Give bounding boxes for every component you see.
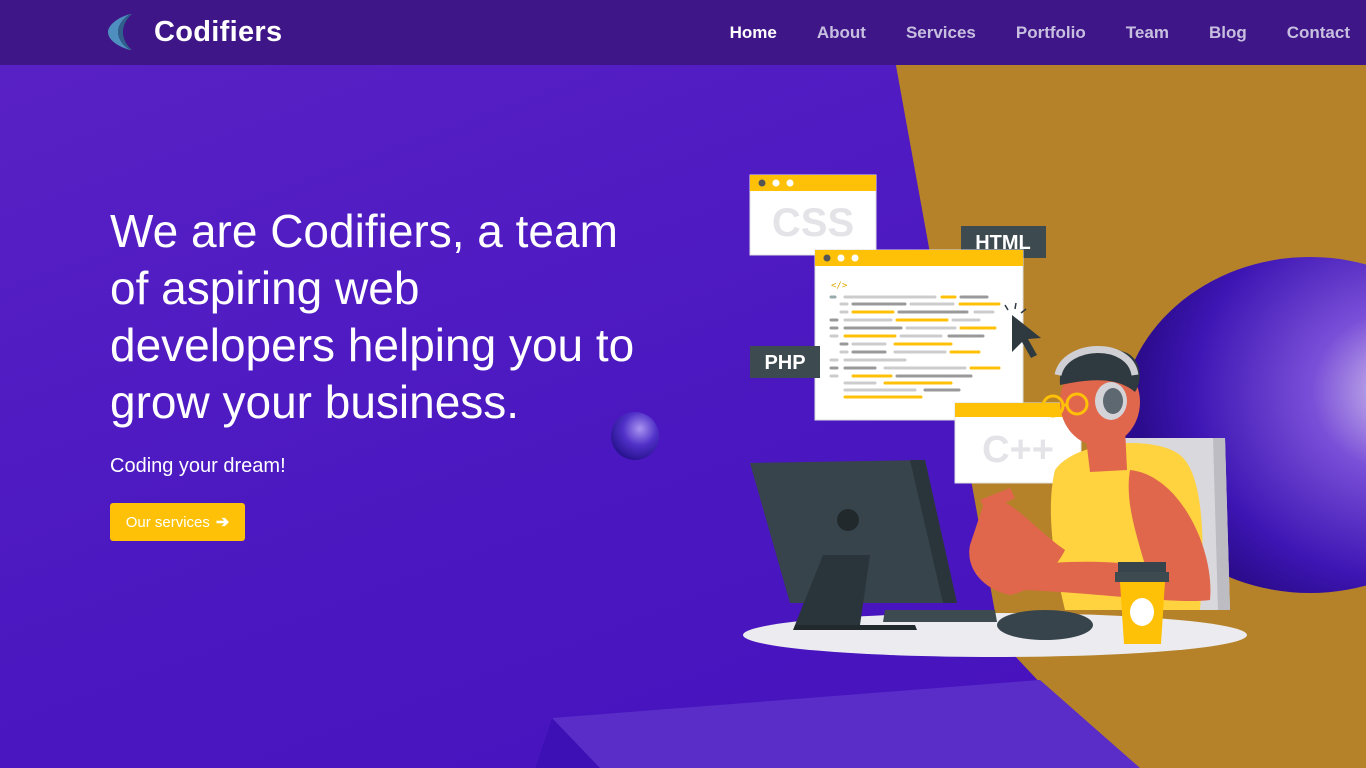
arrow-right-icon: ➔ xyxy=(215,514,230,531)
css-window: CSS xyxy=(749,174,877,256)
crescent-logo-icon xyxy=(108,14,132,50)
our-services-button[interactable]: Our services ➔ xyxy=(110,503,245,541)
nav-team[interactable]: Team xyxy=(1126,23,1169,43)
nav-home[interactable]: Home xyxy=(730,23,777,43)
cpp-label: C++ xyxy=(982,429,1054,471)
nav-services[interactable]: Services xyxy=(906,23,976,43)
navbar: Codifiers Home About Services Portfolio … xyxy=(0,0,1366,65)
brand-name: Codifiers xyxy=(154,15,283,48)
nav-blog[interactable]: Blog xyxy=(1209,23,1247,43)
nav-portfolio[interactable]: Portfolio xyxy=(1016,23,1086,43)
css-label: CSS xyxy=(772,201,854,245)
hero-subtitle: Coding your dream! xyxy=(110,455,286,477)
main-nav: Home About Services Portfolio Team Blog … xyxy=(690,0,1350,65)
php-tag: PHP xyxy=(750,346,820,378)
php-label: PHP xyxy=(764,352,805,374)
brand-link[interactable]: Codifiers xyxy=(106,12,282,52)
developer-illustration: CSS HTML </> PHP C++ xyxy=(743,174,1247,657)
computer-monitor xyxy=(750,460,957,630)
nav-about[interactable]: About xyxy=(817,23,866,43)
hero-title: We are Codifiers, a team of aspiring web… xyxy=(110,205,635,428)
svg-text:</>: </> xyxy=(831,281,848,291)
nav-contact[interactable]: Contact xyxy=(1287,23,1350,43)
cta-label: Our services xyxy=(125,513,210,531)
code-window: </> xyxy=(814,249,1024,421)
